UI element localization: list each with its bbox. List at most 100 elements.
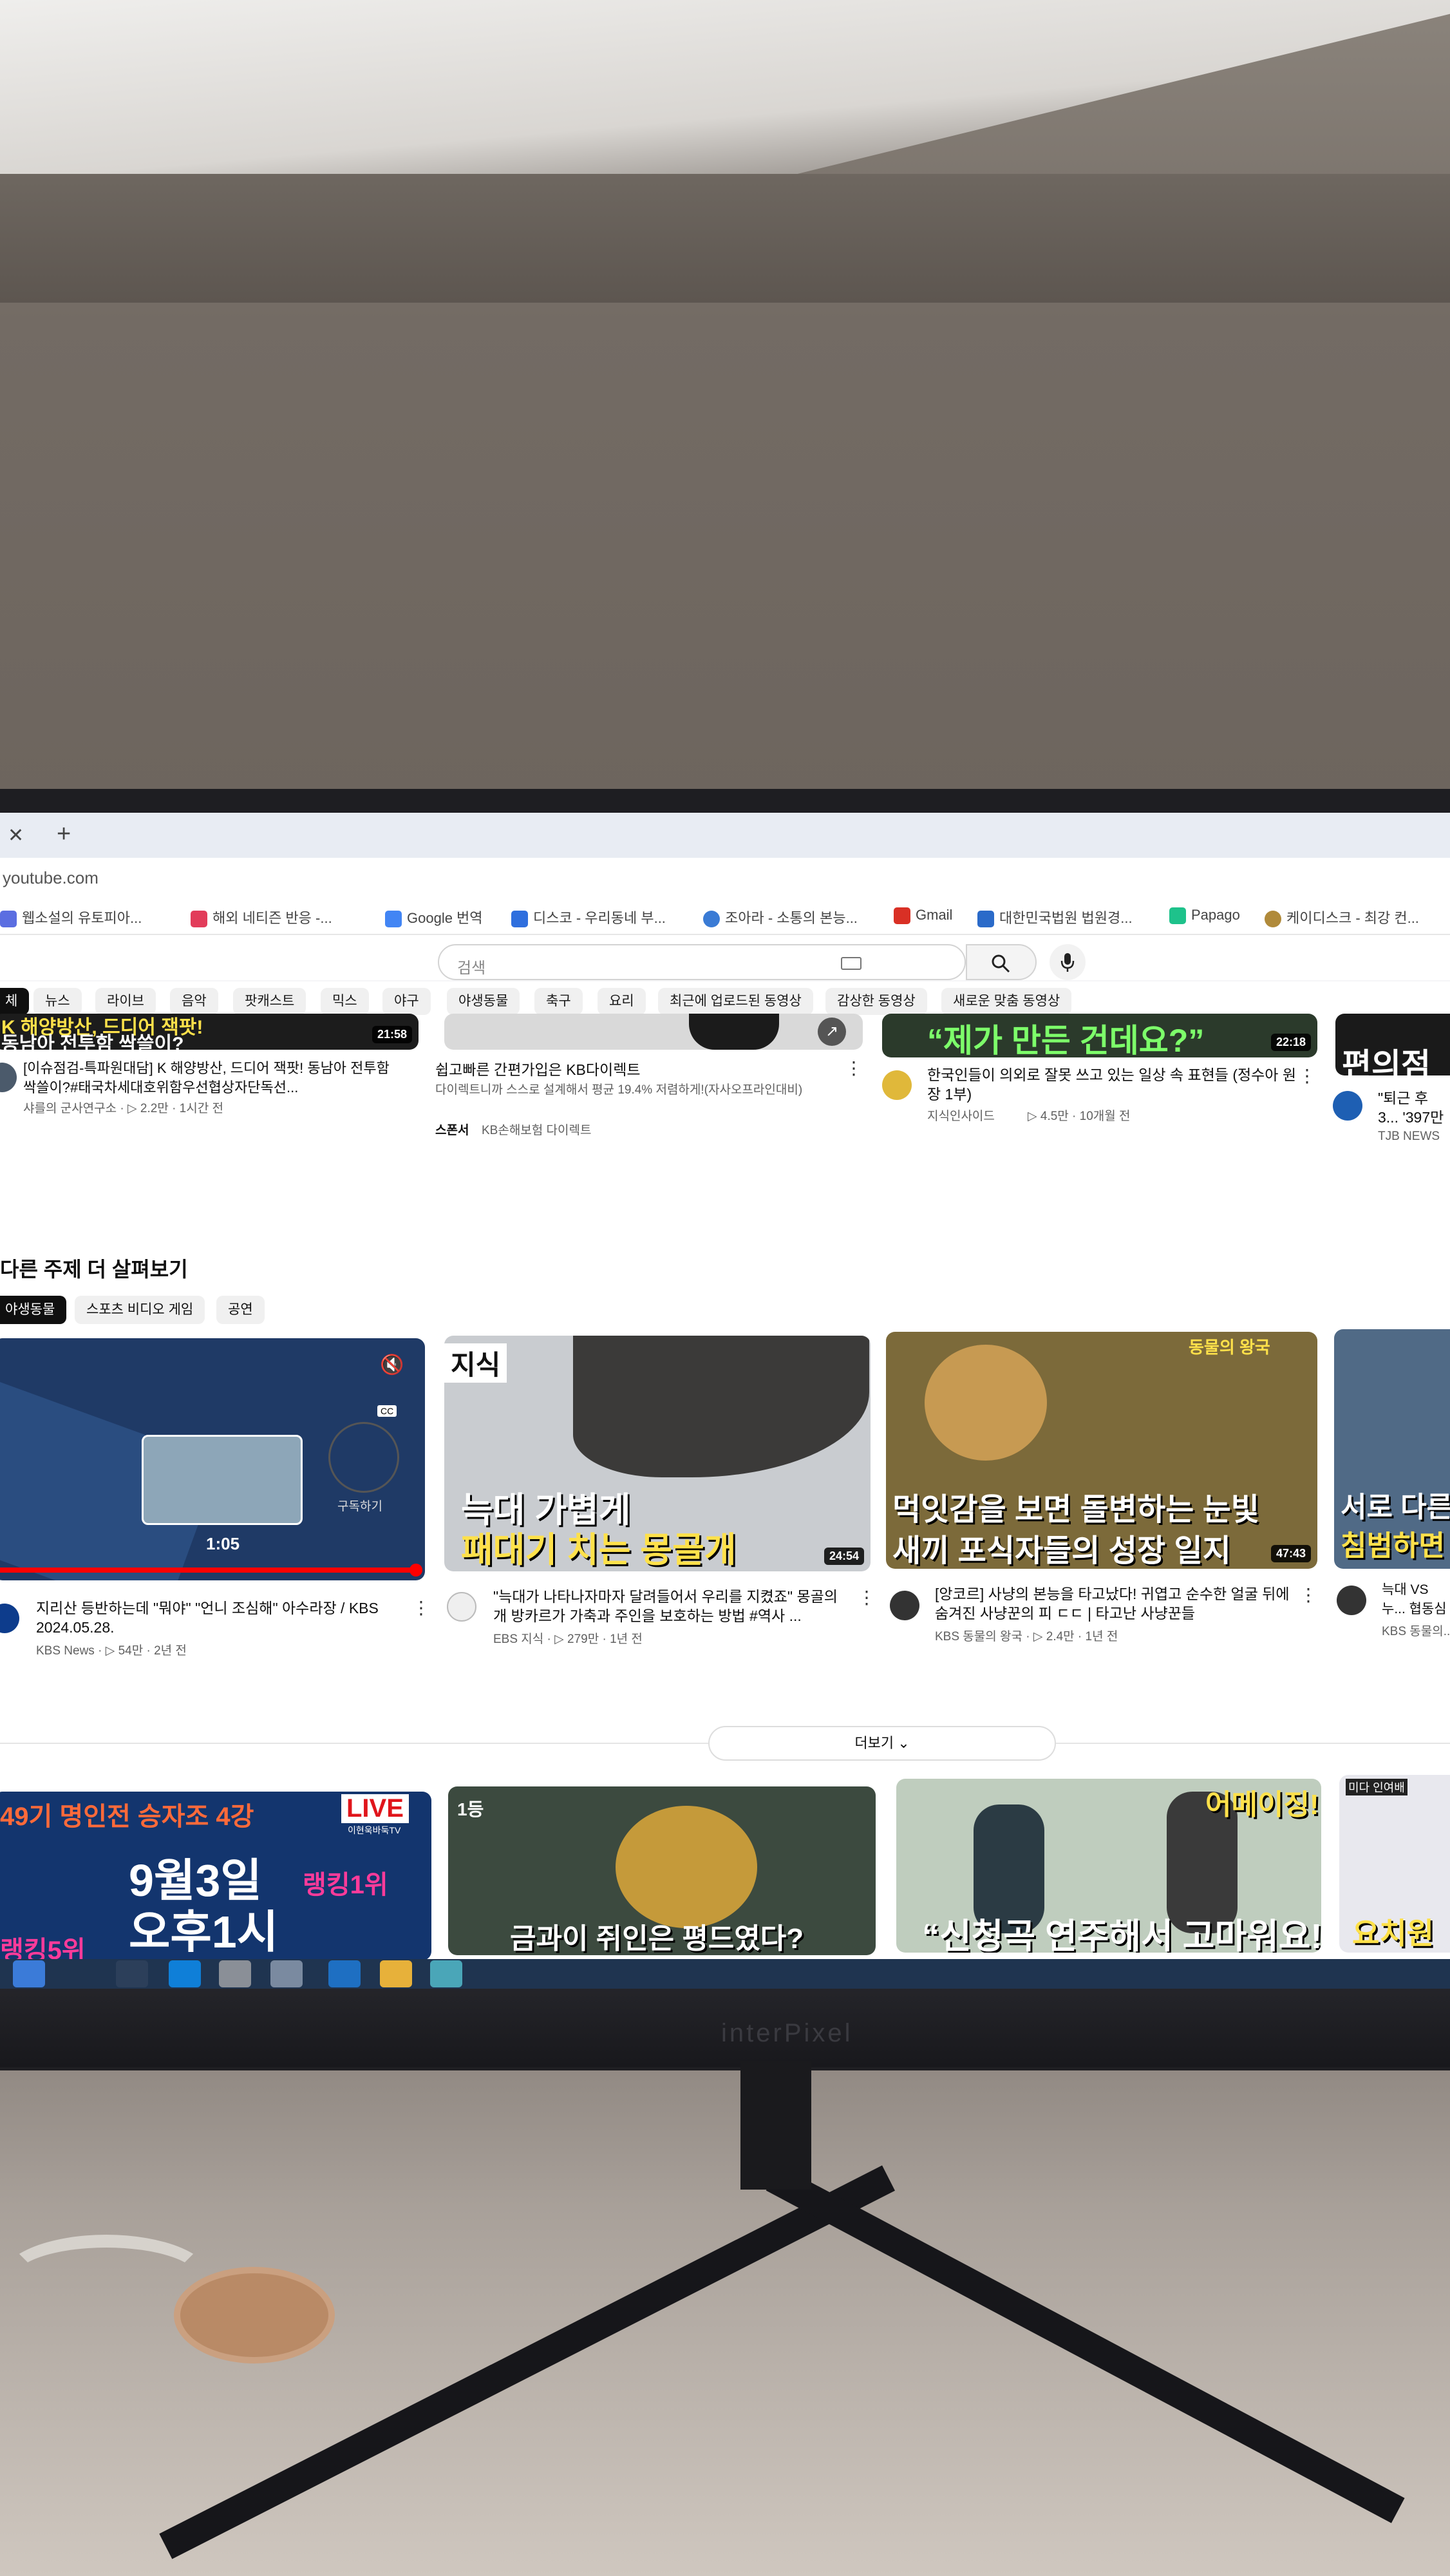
gmail-icon [894,907,910,925]
video-duration: 22:18 [1270,1034,1311,1051]
task-view-icon[interactable] [116,1960,148,1987]
section-title: 다른 주제 더 살펴보기 [0,1258,188,1281]
bookmark-item[interactable]: 대한민국법원 법원경... [977,907,1133,928]
address-bar[interactable]: youtube.com [0,858,1450,896]
bookmark-item[interactable]: 웹소설의 유토피아... [0,907,142,928]
channel-avatar[interactable] [447,1592,476,1622]
video-title[interactable]: "퇴근 후 3... '397만 뷰'... [1378,1088,1450,1127]
chip-news[interactable]: 뉴스 [33,988,82,1015]
thumbnail-caption: 서로 다른 [1341,1492,1450,1523]
channel-avatar[interactable] [0,1604,19,1633]
chip-new-to-you[interactable]: 새로운 맞춤 동영상 [941,988,1072,1015]
preview-inset-image [142,1435,303,1525]
progress-scrubber[interactable] [410,1564,422,1577]
file-explorer-icon[interactable] [380,1960,412,1987]
video-thumbnail[interactable]: K 해양방산, 드디어 잭팟! 동남아 전투함 싹쓸이? 21:58 [0,1014,419,1050]
chip-recently-uploaded[interactable]: 최근에 업로드된 동영상 [658,988,813,1015]
chip-soccer[interactable]: 축구 [534,988,583,1015]
sponsor-label: 스폰서 [435,1124,469,1137]
bookmark-item[interactable]: Gmail [894,907,952,925]
ad-title[interactable]: 쉽고빠른 간편가입은 KB다이렉트 [435,1060,834,1081]
thumbnail-caption: 오후1시 [129,1907,279,1957]
chip-cooking[interactable]: 요리 [598,988,646,1015]
thumbnail-caption: 먹잇감을 보면 돌변하는 눈빛 [892,1493,1259,1527]
close-tab-icon[interactable]: ✕ [8,824,24,847]
more-options-icon[interactable]: ⋮ [1298,1065,1316,1086]
search-button[interactable] [966,944,1037,980]
channel-name[interactable]: TJB NEWS [1378,1130,1440,1144]
video-title[interactable]: 늑대 VS 누... 협동심과 ... [1382,1580,1450,1619]
bookmark-item[interactable]: 조아라 - 소통의 본능... [703,907,858,928]
video-thumbnail[interactable]: 어메이징! “신청곡 연주해서 고마워요!” [896,1779,1321,1953]
video-title[interactable]: [앙코르] 사냥의 본능을 타고났다! 귀엽고 순수한 얼굴 뒤에 숨겨진 사냥… [935,1584,1295,1623]
chip-watched[interactable]: 감상한 동영상 [825,988,927,1015]
chip-podcast[interactable]: 팟캐스트 [233,988,306,1015]
mute-icon[interactable]: 🔇 [380,1354,404,1376]
video-thumbnail[interactable]: 49기 명인전 승자조 4강 LIVE 이현욱바둑TV 9월3일 오후1시 랭킹… [0,1792,431,1959]
more-options-icon[interactable]: ⋮ [1299,1584,1317,1605]
white-cable [0,2235,212,2325]
app-icon[interactable] [430,1960,462,1987]
video-thumbnail[interactable]: “제가 만든 건데요?” 22:18 [882,1014,1317,1057]
bookmark-item[interactable]: 디스코 - 우리동네 부... [511,907,666,928]
thumbnail-tag: 1등 [457,1799,484,1819]
channel-avatar[interactable] [1337,1586,1366,1615]
channel-avatar[interactable] [890,1591,919,1620]
video-thumbnail[interactable]: 동물의 왕국 먹잇감을 보면 돌변하는 눈빛 새끼 포식자들의 성장 일지 47… [886,1332,1317,1569]
chip-mix[interactable]: 믹스 [321,988,369,1015]
thumbnail-caption: 요치원 [1352,1917,1434,1950]
external-link-icon[interactable]: ↗ [818,1018,846,1046]
section-chip-performance[interactable]: 공연 [216,1296,265,1324]
captions-icon[interactable]: CC [377,1405,397,1417]
video-thumbnail[interactable]: 서로 다른 침범하면 [1334,1329,1450,1569]
channel-avatar[interactable] [882,1070,912,1100]
search-input[interactable]: 검색 [438,944,966,980]
bookmark-item[interactable]: 해외 네티즌 반응 -... [191,907,332,928]
more-options-icon[interactable]: ⋮ [858,1587,876,1608]
video-title[interactable]: [이슈점검-특파원대담] K 해양방산, 드디어 잭팟! 동남아 전투함 싹쓸이… [23,1059,403,1097]
voice-search-button[interactable] [1050,944,1086,980]
progress-bar[interactable] [0,1567,419,1573]
show-more-button[interactable]: 더보기 ⌄ [708,1726,1056,1761]
chip-wildlife[interactable]: 야생동물 [447,988,520,1015]
bookmark-item[interactable]: 케이디스크 - 최강 컨... [1265,907,1419,928]
chrome-icon[interactable] [270,1960,303,1987]
thumbnail-caption: 패대기 치는 몽골개 [461,1531,737,1569]
edge-icon[interactable] [169,1960,201,1987]
channel-avatar[interactable] [0,1063,17,1092]
video-thumbnail[interactable]: 미다 인여배 요치원 [1339,1775,1450,1953]
mail-icon[interactable] [328,1960,361,1987]
video-title[interactable]: 지리산 등반하는데 "뭐야" "언니 조심해" 아수라장 / KBS 2024.… [36,1598,410,1637]
channel-name[interactable]: 지식인사이드 [927,1106,995,1124]
store-icon[interactable] [219,1960,251,1987]
windows-taskbar [0,1959,1450,1989]
bookmark-favicon-icon [0,911,17,928]
chip-baseball[interactable]: 야구 [382,988,431,1015]
video-thumbnail[interactable]: 지식 늑대 가볍게 패대기 치는 몽골개 24:54 [444,1336,871,1571]
video-title[interactable]: 한국인들이 의외로 잘못 쓰고 있는 일상 속 표현들 (정수아 원장 1부) [927,1065,1301,1104]
video-thumbnail[interactable]: 편의점 [1335,1014,1450,1075]
channel-avatar[interactable] [1333,1091,1362,1121]
section-chip-wildlife[interactable]: 야생동물 [0,1296,67,1324]
chip-all[interactable]: 체 [0,988,30,1015]
url-text[interactable]: youtube.com [3,868,99,888]
subscribe-label[interactable]: 구독하기 [337,1497,382,1514]
video-player-preview[interactable]: 구독하기 1:05 🔇 CC [0,1338,425,1580]
start-icon[interactable] [13,1960,45,1987]
more-options-icon[interactable]: ⋮ [845,1057,863,1079]
video-title[interactable]: "늑대가 나타나자마자 달려들어서 우리를 지켰죠" 몽골의 개 방카르가 가축… [493,1587,841,1625]
video-thumbnail[interactable]: 1등 금과이 쥐인은 평드였다? [448,1786,876,1955]
new-tab-icon[interactable]: + [57,820,71,848]
section-chip-sports-games[interactable]: 스포츠 비디오 게임 [75,1296,205,1324]
live-channel-label: 이현욱바둑TV [348,1825,401,1835]
chip-live[interactable]: 라이브 [95,988,156,1015]
bookmark-item[interactable]: Google 번역 [385,907,483,928]
chip-music[interactable]: 음악 [170,988,218,1015]
ad-thumbnail[interactable]: ↗ [444,1014,863,1050]
monitor-brand-logo: interPixel [721,2019,853,2047]
thumbnail-tag: 랭킹5위 [0,1937,86,1959]
papago-icon [1169,907,1186,925]
keyboard-icon[interactable] [841,957,862,970]
more-options-icon[interactable]: ⋮ [412,1597,430,1618]
bookmark-item[interactable]: Papago [1169,907,1240,925]
